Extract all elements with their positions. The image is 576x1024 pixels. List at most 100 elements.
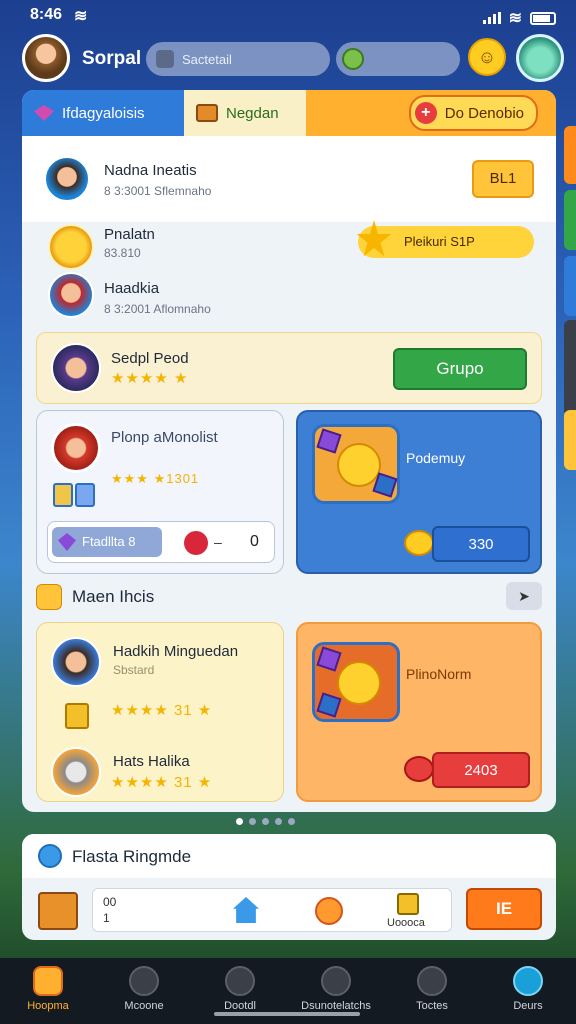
player-card[interactable]: Plonp aMonolist ★★★ ★1301 Ftadllta 8 – 0	[36, 410, 284, 574]
friend-name: Nadna Ineatis	[104, 162, 197, 179]
emoji-cube-art	[312, 424, 400, 504]
daily-rewards-box: 00 1 Uoooca	[92, 888, 452, 932]
coin-icon	[404, 530, 434, 556]
reward-label: Pleikuri	[404, 234, 447, 249]
leaderboard-card[interactable]: Hadkih Minguedan Sbstard ★★★★ 31 ★ Hats …	[36, 622, 284, 802]
wifi-icon: ≋	[74, 8, 88, 25]
section-title: Maen Ihcis	[72, 587, 155, 606]
leader-stars: ★★★★ 31 ★	[111, 774, 213, 791]
plus-icon: +	[414, 102, 437, 124]
nav-label: Mcoone	[124, 1000, 164, 1012]
currency-pill[interactable]	[336, 42, 460, 76]
side-tab[interactable]	[564, 256, 576, 316]
side-tab[interactable]	[564, 320, 576, 416]
player-card-avatar	[51, 423, 101, 473]
daily-title: Flasta Ringmde	[72, 847, 192, 866]
price-button[interactable]: 330	[432, 526, 530, 562]
offer-card-blue[interactable]: Podemuy 330	[296, 410, 542, 574]
cube-icon	[316, 428, 342, 454]
coin-value: 00	[103, 895, 117, 909]
claim-button[interactable]: IE	[466, 888, 542, 930]
reward-pill[interactable]: Pleikuri S1P	[356, 220, 534, 258]
special-event-card: Sedpl Peod ★★★★ ★ Grupo	[36, 332, 542, 404]
nav-item-menu[interactable]: Deurs	[480, 958, 576, 1024]
join-button[interactable]: Grupo	[393, 348, 527, 390]
emoji-button[interactable]: ☺	[468, 38, 506, 76]
emoji-cube-art	[312, 642, 400, 722]
player-avatar[interactable]	[22, 34, 70, 82]
signal-icon	[482, 12, 501, 24]
side-tab[interactable]	[564, 410, 576, 470]
event-name: Sedpl Peod	[111, 350, 189, 367]
boost-pill[interactable]: Ftadllta 8	[52, 527, 162, 557]
clock-icon	[321, 966, 351, 996]
tab-gems-label: Ifdagyaloisis	[62, 104, 145, 122]
top-bar: Sorpal Sactetail ☺	[0, 34, 576, 84]
tab-play[interactable]: + Do Denobio	[306, 90, 556, 136]
person-icon	[417, 966, 447, 996]
nav-item-team[interactable]: Mcoone	[96, 958, 192, 1024]
friend-name: Haadkia	[104, 280, 160, 297]
nav-label: Deurs	[513, 1000, 543, 1012]
side-tab[interactable]	[564, 126, 576, 184]
main-panel: Ifdagyaloisis Negdan + Do Denobio Nadna …	[22, 90, 556, 812]
search-icon	[156, 50, 174, 68]
leader-name: Hadkih Minguedan	[113, 643, 239, 660]
leader-stars: ★★★★ 31 ★	[111, 702, 213, 719]
leader-avatar	[51, 637, 101, 687]
search-placeholder: Sactetail	[182, 51, 232, 67]
status-icons: ≋	[482, 8, 556, 28]
play-coin-icon	[48, 224, 94, 270]
search-field[interactable]: Sactetail	[146, 42, 330, 76]
friend-row[interactable]: Haadkia 8 3:2001 Aflomnaho	[22, 272, 556, 322]
pet-avatar[interactable]	[516, 34, 564, 82]
nav-item-profile[interactable]: Toctes	[384, 958, 480, 1024]
friend-row[interactable]: Nadna Ineatis 8 3:3001 Sflemnaho BL1	[22, 136, 556, 222]
player-name: Sorpal	[82, 48, 142, 69]
offer-label: PlinoNorm	[406, 666, 472, 682]
price-button[interactable]: 2403	[432, 752, 530, 788]
page-indicator	[236, 818, 295, 825]
shield-icon	[225, 966, 255, 996]
nav-label: Dsunotelatchs	[301, 1000, 371, 1012]
next-arrow-button[interactable]: ➤	[506, 582, 542, 610]
friend-avatar	[48, 272, 94, 318]
gem-icon	[58, 533, 76, 551]
nav-item-home[interactable]: Hoopma	[0, 958, 96, 1024]
play-pill[interactable]: + Do Denobio	[408, 95, 538, 131]
gem-icon	[34, 105, 54, 121]
play-pill-label: Do Denobio	[444, 104, 524, 122]
gift-label: Uoooca	[387, 917, 425, 929]
home-icon[interactable]	[233, 897, 259, 923]
section-icon	[36, 584, 62, 610]
leader-avatar	[51, 747, 101, 797]
friend-status: 8 3:2001 Aflomnaho	[104, 302, 211, 316]
smile-face-icon	[337, 661, 381, 705]
event-avatar	[51, 343, 101, 393]
offer-label: Podemuy	[406, 450, 466, 466]
bet-button[interactable]: BL1	[472, 160, 534, 198]
reward-value: S1P	[450, 234, 475, 249]
tab-bar: Ifdagyaloisis Negdan + Do Denobio	[22, 90, 556, 136]
team-icon	[129, 966, 159, 996]
heart-icon[interactable]	[315, 897, 343, 925]
separator-dash: –	[214, 534, 222, 550]
tab-gems[interactable]: Ifdagyaloisis	[22, 90, 184, 136]
friend-name: Pnalatn	[104, 226, 155, 243]
tab-chest[interactable]: Negdan	[184, 90, 306, 136]
side-tab[interactable]	[564, 190, 576, 250]
friend-status: 83.810	[104, 246, 141, 260]
cube-icon	[316, 692, 342, 718]
gift-icon[interactable]	[397, 893, 419, 915]
event-stars: ★★★★ ★	[111, 370, 189, 387]
cube-icon	[65, 703, 89, 729]
boost-label: Ftadllta	[82, 534, 125, 549]
home-indicator[interactable]	[214, 1012, 360, 1016]
coin-icon	[342, 48, 364, 70]
heart-icon	[404, 756, 434, 782]
status-bar: 8:46 ≋ ≋	[0, 0, 576, 32]
house-icon[interactable]	[38, 892, 78, 930]
friend-row[interactable]: Pnalatn 83.810 Pleikuri S1P	[22, 220, 556, 272]
offer-card-orange[interactable]: PlinoNorm 2403	[296, 622, 542, 802]
boost-bar: Ftadllta 8 – 0	[47, 521, 275, 563]
